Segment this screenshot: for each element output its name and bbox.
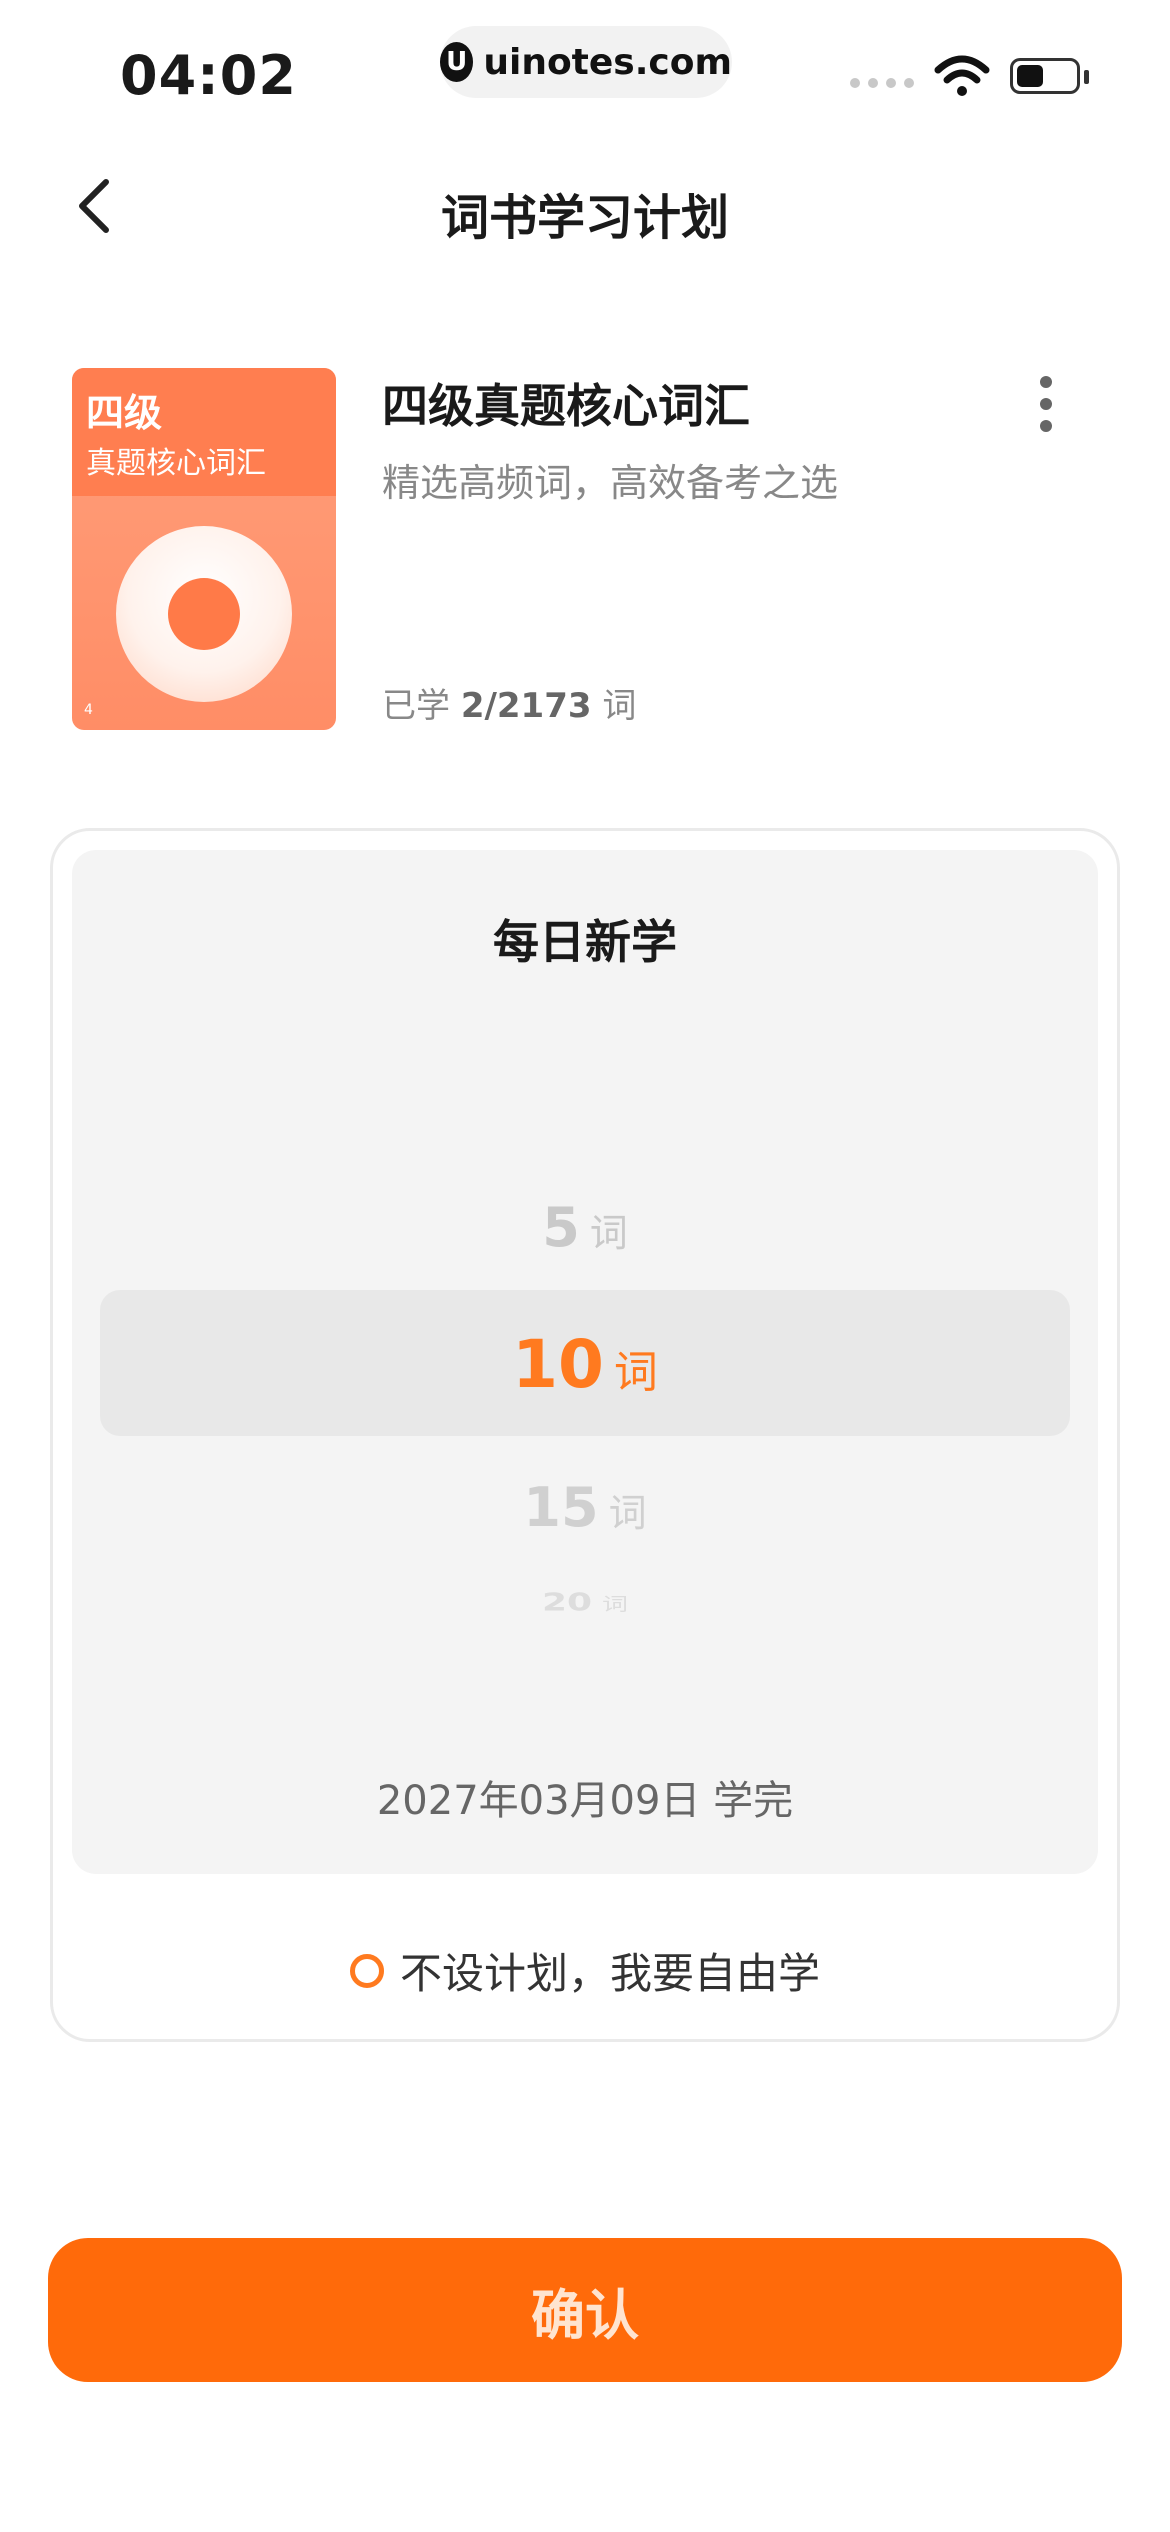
url-pill: U uinotes.com [440,26,732,98]
wifi-icon [934,55,990,96]
picker-option-5[interactable]: 5词 [0,1196,1170,1259]
cover-title: 四级 [86,391,163,435]
site-logo-icon: U [440,42,474,82]
page-title: 词书学习计划 [440,190,729,246]
plan-title: 每日新学 [493,915,677,969]
status-time: 04:02 [120,44,297,107]
cover-subtitle: 真题核心词汇 [86,446,266,481]
book-description: 精选高频词，高效备考之选 [382,461,839,505]
progress-prefix: 已学 [382,686,450,726]
radio-icon[interactable] [349,1953,384,1988]
picker-option-10-selected[interactable]: 10 词 [0,1326,1170,1403]
battery-icon [1010,58,1080,94]
confirm-button[interactable]: 确认 [48,2238,1122,2382]
free-study-label: 不设计划，我要自由学 [399,1949,820,1998]
book-name: 四级真题核心词汇 [382,379,750,433]
progress-value: 2/2173 [460,686,592,726]
cover-number: 4 [84,702,93,718]
signal-icon [850,78,914,88]
book-cover[interactable]: 四级 真题核心词汇 4 [72,368,336,730]
cover-circle-graphic [116,526,292,702]
picker-option-15[interactable]: 15 词 [0,1476,1170,1539]
free-study-option[interactable]: 不设计划，我要自由学 [0,1940,1170,2001]
picker-option-20[interactable]: 20 词 [0,1588,1170,1617]
battery-nub [1084,70,1089,84]
site-url: uinotes.com [483,41,732,83]
more-options-icon[interactable] [1040,376,1054,432]
book-progress: 已学 2/2173 词 [382,678,636,727]
finish-date: 2027年03月09日 学完 [376,1778,794,1824]
progress-unit: 词 [602,686,637,726]
